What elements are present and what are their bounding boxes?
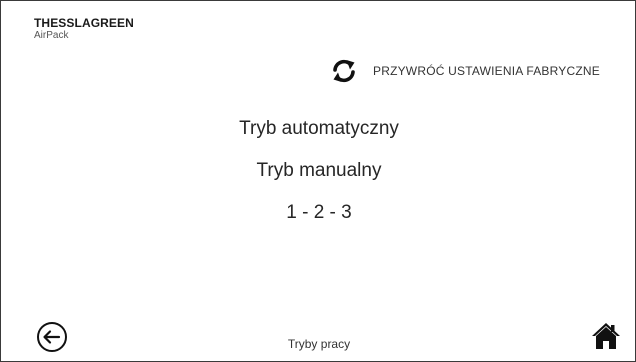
factory-reset-button[interactable]: PRZYWRÓĆ USTAWIENIA FABRYCZNE	[331, 57, 600, 85]
screen-frame: THESSLAGREEN AirPack PRZYWRÓĆ USTAWIENIA…	[0, 0, 636, 362]
menu-item-manual-mode[interactable]: Tryb manualny	[1, 160, 636, 182]
factory-reset-label: PRZYWRÓĆ USTAWIENIA FABRYCZNE	[373, 64, 600, 78]
menu-item-automatic-mode[interactable]: Tryb automatyczny	[1, 118, 636, 140]
brand-name: THESSLAGREEN	[34, 16, 134, 30]
menu-item-1-2-3[interactable]: 1 - 2 - 3	[1, 202, 636, 224]
home-button[interactable]	[591, 321, 621, 351]
home-icon	[591, 323, 621, 355]
brand-header: THESSLAGREEN AirPack	[34, 16, 134, 42]
refresh-icon	[331, 58, 357, 84]
page-title: Tryby pracy	[287, 337, 351, 351]
product-name: AirPack	[34, 30, 69, 41]
